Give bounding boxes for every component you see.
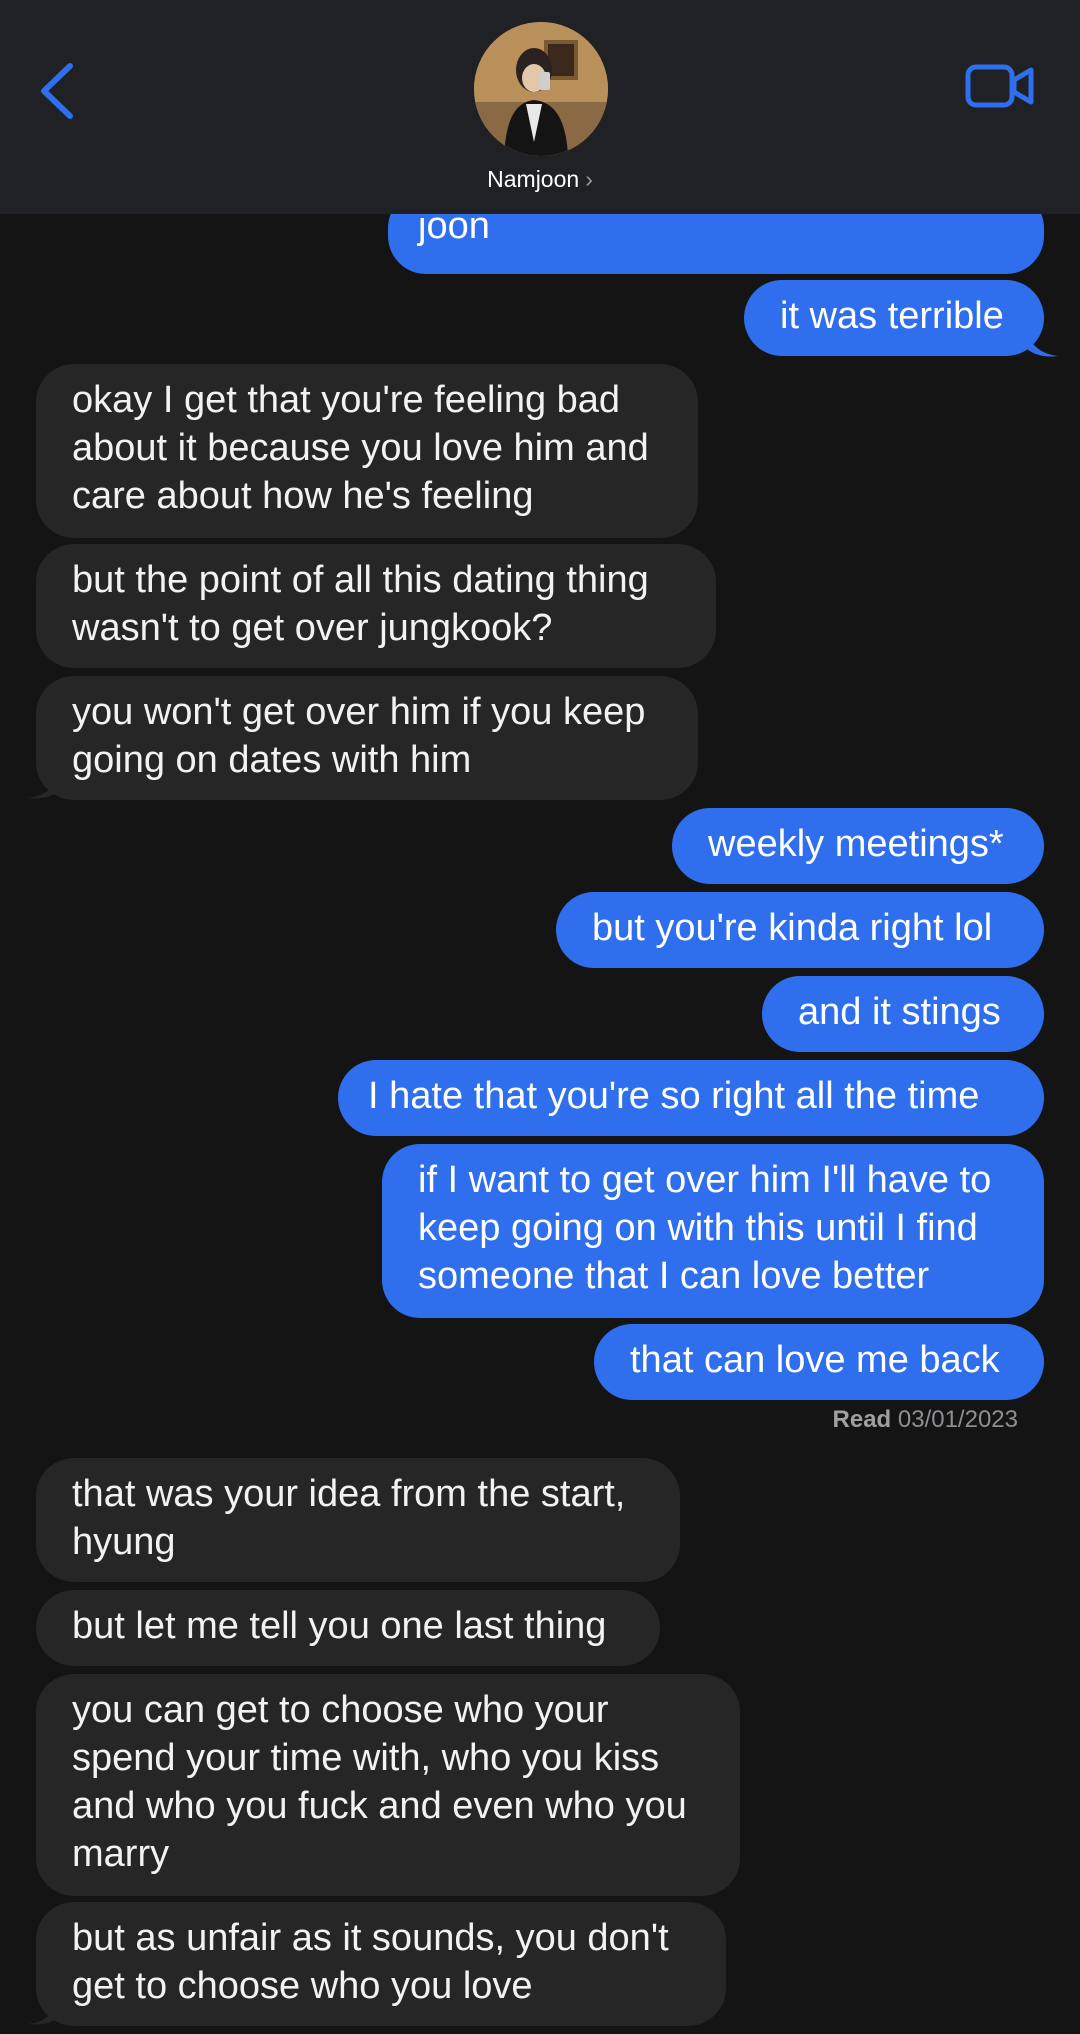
message-bubble[interactable]: but let me tell you one last thing	[36, 1590, 660, 1666]
bubble-tail-icon	[28, 772, 60, 799]
bubble-tail-icon	[1026, 330, 1058, 357]
message-bubble[interactable]: but you're kinda right lol	[556, 892, 1044, 968]
message-bubble[interactable]: it was terrible	[744, 280, 1044, 356]
video-camera-icon[interactable]	[965, 62, 1035, 110]
message-bubble[interactable]: but the point of all this dating thing w…	[36, 544, 716, 668]
message-bubble[interactable]: weekly meetings*	[672, 808, 1044, 884]
message-bubble[interactable]: if I want to get over him I'll have to k…	[382, 1144, 1044, 1318]
message-bubble[interactable]: I hate that you're so right all the time	[338, 1060, 1044, 1136]
chat-header: Namjoon ›	[0, 0, 1080, 214]
message-thread: joon it was terrible okay I get that you…	[0, 0, 1080, 2034]
message-bubble[interactable]: that was your idea from the start, hyung	[36, 1458, 680, 1582]
message-bubble[interactable]: you won't get over him if you keep going…	[36, 676, 698, 800]
read-label: Read	[832, 1406, 892, 1433]
bubble-tail-icon	[28, 1998, 60, 2025]
read-date: 03/01/2023	[897, 1406, 1018, 1433]
chevron-left-icon[interactable]	[30, 56, 90, 126]
avatar[interactable]	[474, 22, 608, 156]
message-bubble[interactable]: you can get to choose who your spend you…	[36, 1674, 740, 1896]
message-bubble[interactable]: that can love me back	[594, 1324, 1044, 1400]
message-bubble[interactable]: but as unfair as it sounds, you don't ge…	[36, 1902, 726, 2026]
contact-name-row[interactable]: Namjoon ›	[0, 166, 1080, 206]
contact-name[interactable]: Namjoon	[487, 166, 579, 192]
message-bubble[interactable]: okay I get that you're feeling bad about…	[36, 364, 698, 538]
contact-photo	[474, 22, 608, 156]
chevron-right-icon: ›	[585, 166, 593, 192]
read-receipt: Read 03/01/2023	[833, 1406, 1018, 1434]
message-bubble[interactable]: and it stings	[762, 976, 1044, 1052]
